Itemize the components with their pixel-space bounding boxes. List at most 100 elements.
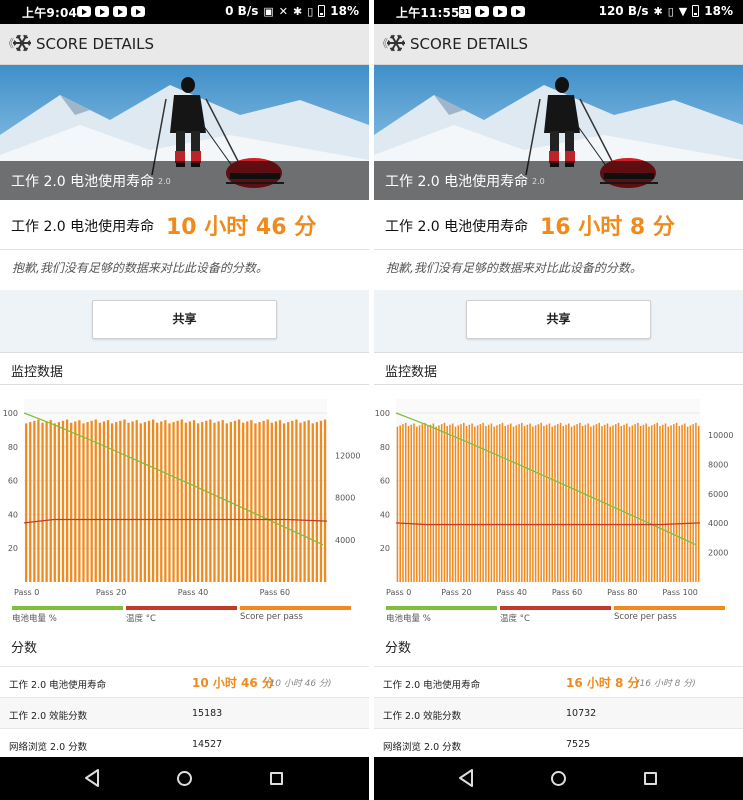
bluetooth-icon: ✱ (292, 4, 303, 18)
notification-icons: 31 (459, 6, 525, 18)
score-bar (407, 426, 410, 582)
youtube-icon (493, 6, 507, 17)
nav-recents-icon[interactable] (270, 772, 283, 785)
share-section: 共享 (374, 290, 743, 352)
score-name: 工作 2.0 效能分数 (383, 711, 462, 722)
youtube-icon (113, 6, 127, 17)
share-button[interactable]: 共享 (466, 300, 651, 339)
battery-icon (692, 5, 700, 17)
score-bar (53, 423, 56, 582)
score-bar (147, 420, 151, 582)
score-bar (595, 424, 598, 582)
score-bar (684, 423, 686, 582)
left-tick-label: 100 (3, 409, 18, 418)
score-bar (465, 426, 468, 582)
score-bar (242, 422, 245, 582)
left-tick-label: 80 (8, 443, 18, 452)
score-table-row: 网络浏览 2.0 分数 7525 (374, 728, 743, 759)
hero-caption: 工作 2.0 电池使用寿命 (385, 174, 529, 190)
left-tick-label: 100 (375, 409, 390, 418)
score-bar (664, 423, 667, 582)
status-right: 120 B/s ✱ ▯ ▼ 18% (599, 4, 733, 18)
app-top-bar: 《 SCORE DETAILS (374, 24, 743, 65)
score-bar (449, 424, 451, 582)
score-bar (667, 426, 670, 582)
score-bar (670, 425, 672, 582)
right-tick-label: 10000 (708, 431, 733, 440)
right-tick-label: 4000 (335, 536, 355, 545)
score-bar (592, 425, 595, 582)
score-bar (570, 426, 573, 582)
nav-recents-icon[interactable] (644, 772, 657, 785)
score-table-row: 工作 2.0 电池使用寿命 16 小时 8 分 (16 小时 8 分) (374, 666, 743, 697)
right-tick-label: 8000 (708, 460, 728, 469)
score-bar (303, 421, 306, 582)
hero-caption-bar: 工作 2.0 电池使用寿命 2.0 (0, 161, 369, 200)
score-bar (319, 420, 323, 582)
score-bar (402, 424, 404, 582)
score-bar (432, 423, 435, 582)
score-bar (111, 423, 114, 582)
score-bar (311, 423, 314, 582)
x-tick-label: Pass 0 (14, 588, 39, 597)
back-chevron-icon[interactable]: 《 (3, 35, 14, 51)
score-bar (615, 424, 617, 582)
score-bar (606, 423, 609, 582)
legend-item: 电池电量 % (386, 605, 497, 625)
score-bar (601, 426, 603, 582)
score-bar (515, 425, 518, 582)
right-tick-label: 4000 (708, 519, 728, 528)
score-bar (468, 424, 471, 582)
score-bar (287, 422, 290, 582)
score-bar (225, 423, 228, 582)
score-bar (176, 420, 179, 582)
share-button[interactable]: 共享 (92, 300, 277, 339)
score-bar (127, 422, 130, 582)
nav-home-icon[interactable] (177, 771, 192, 786)
score-name: 工作 2.0 电池使用寿命 (9, 680, 107, 691)
legend-label: Score per pass (614, 612, 677, 622)
score-bar (476, 425, 479, 582)
legend-item: 电池电量 % (12, 605, 123, 625)
score-bar (446, 426, 448, 582)
score-bar (532, 426, 534, 582)
score-bar (413, 423, 415, 582)
score-bar (504, 426, 506, 582)
score-bar (609, 426, 612, 582)
battery-icon (318, 5, 326, 17)
score-bar (521, 422, 523, 582)
chart-legend: 电池电量 % 温度 °C Score per pass (374, 605, 743, 625)
score-bar (537, 424, 540, 582)
notification-icons (77, 6, 145, 17)
score-bar (526, 424, 529, 582)
score-bar (299, 422, 302, 582)
score-name: 工作 2.0 效能分数 (9, 711, 88, 722)
left-tick-label: 20 (8, 544, 18, 553)
x-icon: ✕ (278, 4, 288, 18)
x-tick-label: Pass 100 (662, 588, 698, 597)
score-bar (188, 421, 192, 582)
score-bar (673, 424, 675, 582)
network-speed: 0 B/s (225, 4, 259, 18)
score-bar (534, 425, 537, 582)
hero-version: 2.0 (532, 177, 545, 186)
page-title: SCORE DETAILS (36, 35, 155, 53)
score-bar (653, 424, 656, 582)
monitoring-chart-area: 20 40 60 80 100 4000 8000 12000 Pass 0 Pass 20 Pas… (0, 385, 369, 625)
score-bar (634, 424, 636, 582)
hd-icon: ▣ (263, 4, 274, 18)
nav-home-icon[interactable] (551, 771, 566, 786)
score-bar (143, 422, 147, 582)
score-bar (323, 419, 327, 582)
score-value: 14527 (192, 739, 223, 750)
score-bar (678, 426, 681, 582)
score-bar (487, 424, 490, 582)
score-bar (551, 426, 553, 582)
status-time: 上午11:55 (396, 6, 460, 20)
back-chevron-icon[interactable]: 《 (377, 35, 388, 51)
score-bar (529, 423, 531, 582)
battery-percent: 18% (704, 4, 733, 18)
score-bar (556, 424, 559, 582)
score-bar (493, 426, 495, 582)
score-bar (250, 420, 253, 582)
